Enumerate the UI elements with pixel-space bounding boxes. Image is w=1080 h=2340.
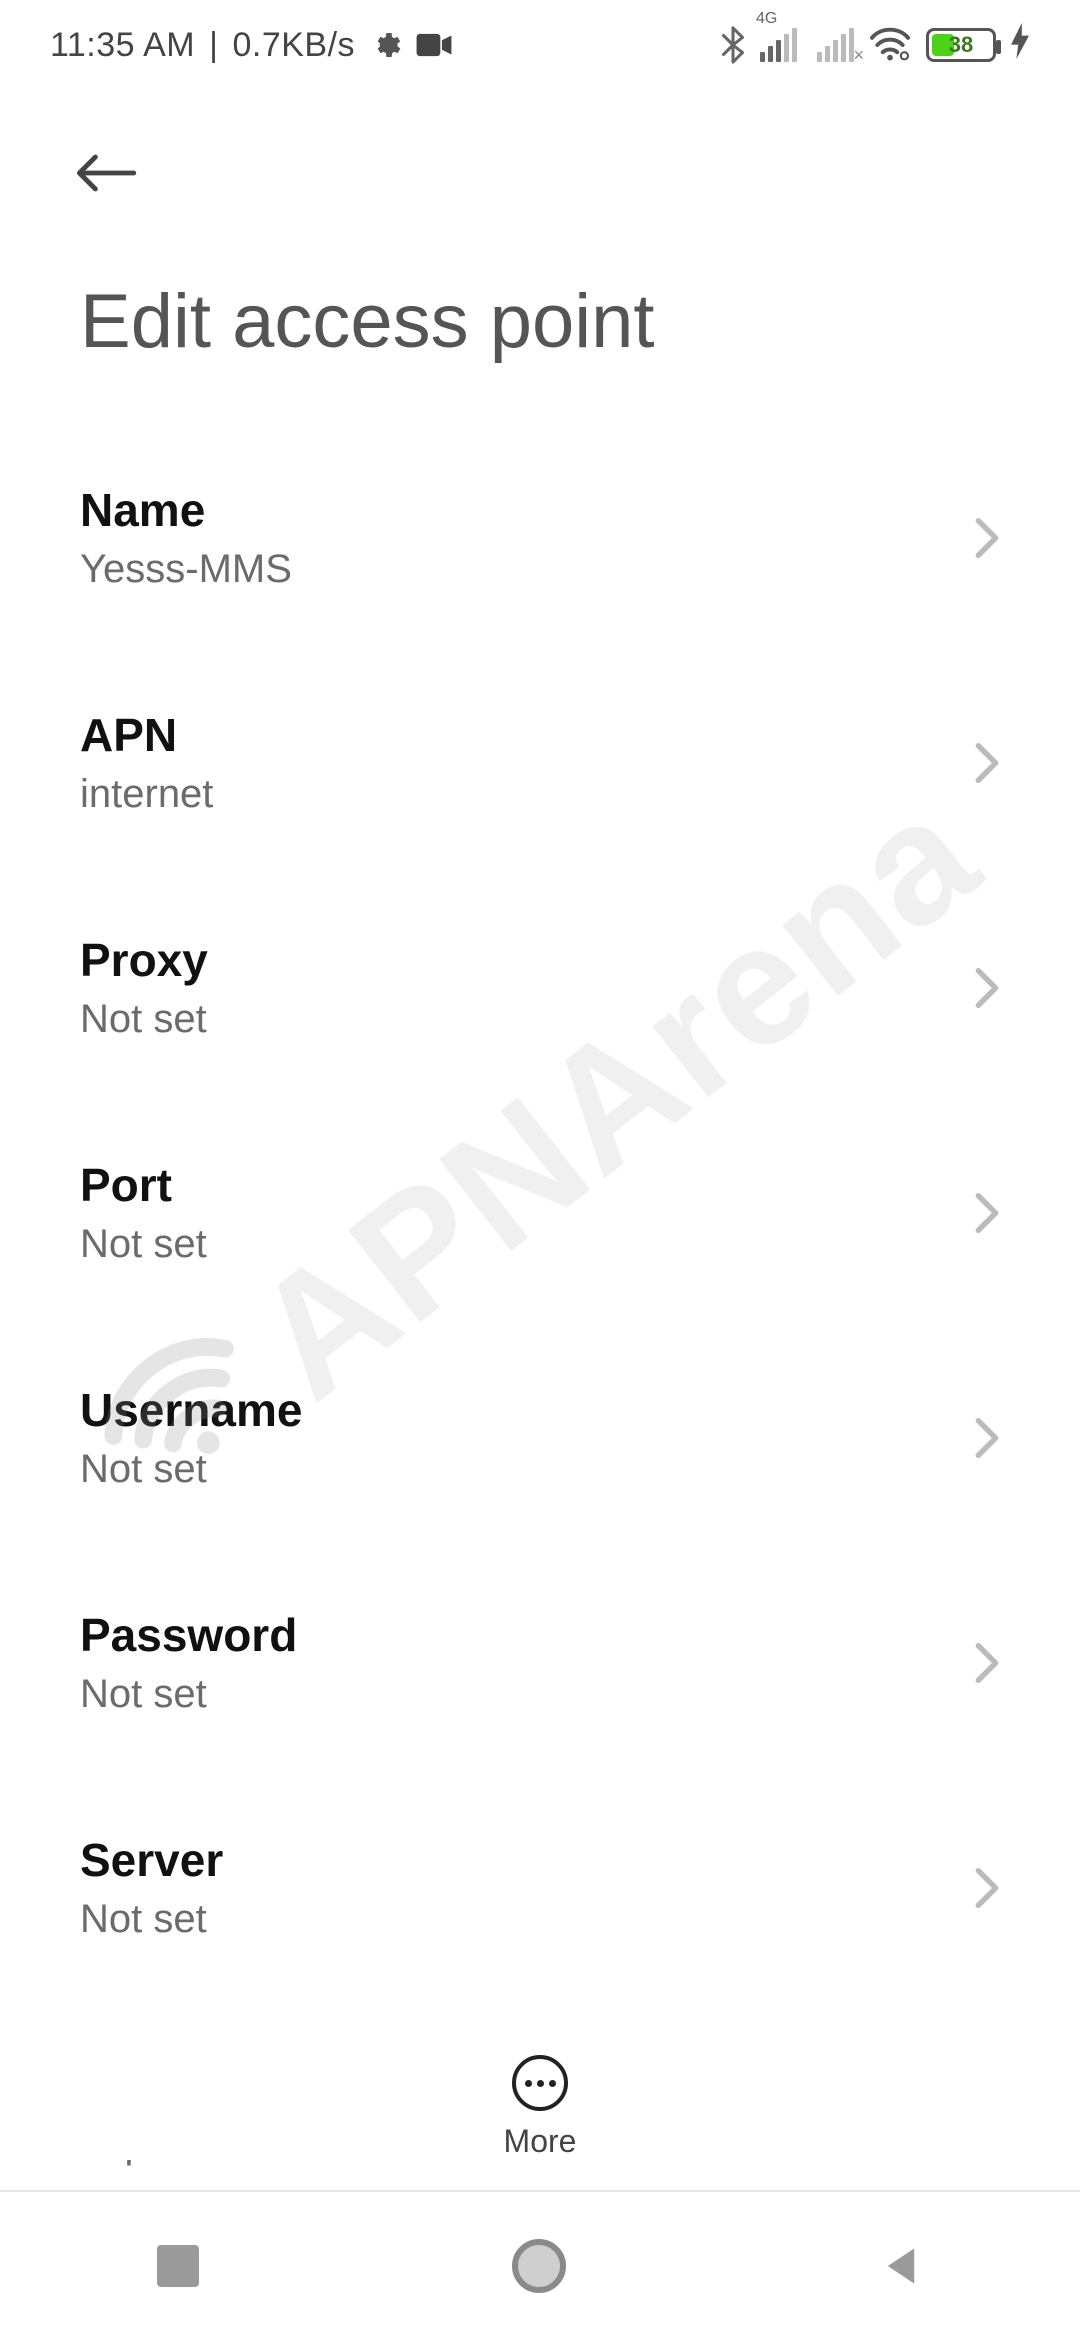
page-title: Edit access point [0,208,1080,385]
chevron-right-icon [974,966,1000,1010]
row-label: Username [80,1383,302,1437]
android-nav-bar [0,2190,1080,2340]
row-value: Not set [80,1672,297,1717]
battery-icon: 38 [926,28,996,62]
arrow-left-icon [73,151,137,195]
row-value: Not set [80,997,208,1042]
row-value: internet [80,772,213,817]
row-value: Not set [80,1222,207,1267]
charging-icon [1010,23,1030,67]
row-label: Password [80,1608,297,1662]
row-port[interactable]: Port Not set [0,1100,1080,1325]
chevron-right-icon [974,1191,1000,1235]
nav-home-button[interactable] [512,2239,566,2293]
chevron-right-icon [974,516,1000,560]
wifi-icon [868,27,912,63]
row-label: Name [80,483,292,537]
signal-1-icon: 4G [760,28,797,62]
row-value: Yesss-MMS [80,547,292,592]
row-label: Proxy [80,933,208,987]
row-proxy[interactable]: Proxy Not set [0,875,1080,1100]
row-label: APN [80,708,213,762]
row-password[interactable]: Password Not set [0,1550,1080,1775]
nav-back-button[interactable] [879,2244,923,2288]
signal-2-icon: × [817,28,854,62]
signal-network-label: 4G [756,10,777,28]
row-username[interactable]: Username Not set [0,1325,1080,1550]
chevron-right-icon [974,1866,1000,1910]
back-button[interactable] [70,138,140,208]
status-time: 11:35 AM [50,26,195,65]
status-separator: | [209,26,218,65]
bluetooth-icon [720,26,746,64]
row-label: Port [80,1158,207,1212]
row-label: Server [80,1833,223,1887]
nav-recent-button[interactable] [157,2245,199,2287]
chevron-right-icon [974,741,1000,785]
row-name[interactable]: Name Yesss-MMS [0,425,1080,650]
chevron-right-icon [974,1641,1000,1685]
row-value: Not set [80,1897,223,1942]
more-button[interactable]: More [0,2015,1080,2160]
more-icon [512,2055,568,2111]
row-value: Not set [80,1447,302,1492]
battery-percent: 38 [929,32,993,58]
row-server[interactable]: Server Not set [0,1775,1080,2000]
more-label: More [504,2123,577,2160]
settings-list: Name Yesss-MMS APN internet Proxy Not se… [0,385,1080,2175]
row-apn[interactable]: APN internet [0,650,1080,875]
status-bar: 11:35 AM | 0.7KB/s 4G × [0,0,1080,90]
gear-icon [369,29,401,61]
camera-icon [415,31,453,59]
chevron-right-icon [974,1416,1000,1460]
status-speed: 0.7KB/s [232,26,355,65]
